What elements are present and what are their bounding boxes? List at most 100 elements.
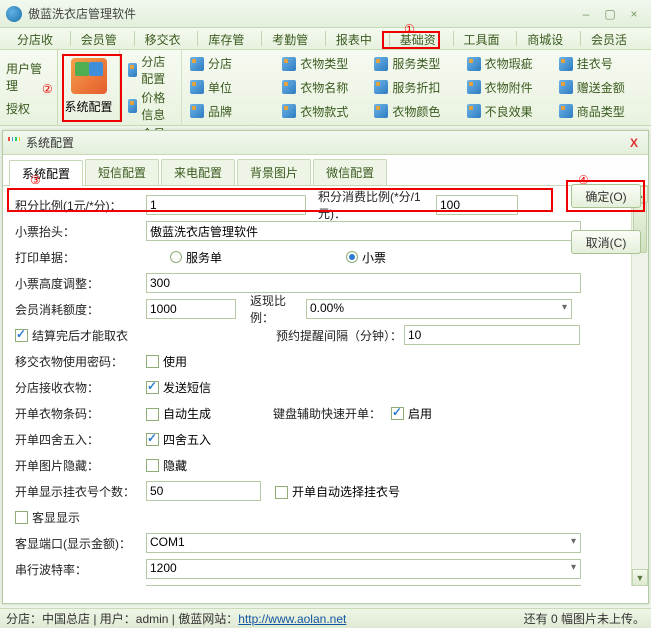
ribbon-grid: 分店衣物类型服务类型 衣物瑕疵 挂衣号单位 衣物名称 服务折扣 衣物附件 赠送金额品牌衣物款… xyxy=(182,50,651,125)
ok-button[interactable]: 确定(O) xyxy=(571,184,641,208)
checkbox-kdzd-label: 开单自动选择挂衣号 xyxy=(292,485,400,499)
lbl-fdjs: 分店接收衣物： xyxy=(11,379,146,396)
menu-item-2[interactable]: 移交衣物 xyxy=(136,28,197,49)
ribbon-cell[interactable]: 赠送金额 xyxy=(555,76,647,100)
ribbon-cell-icon xyxy=(282,57,296,71)
ribbon-cell-icon xyxy=(190,57,204,71)
title-bar: 傲蓝洗衣店管理软件 – ▢ × xyxy=(0,0,651,28)
close-button[interactable]: × xyxy=(623,5,645,23)
config-icon xyxy=(128,63,137,77)
ribbon-cell[interactable]: 分店 xyxy=(186,52,278,76)
subwin-close-button[interactable]: X xyxy=(624,136,644,150)
lbl-kytp: 开单图片隐藏： xyxy=(11,457,146,474)
config-tabs: 系统配置 短信配置 来电配置 背景图片 微信配置 xyxy=(3,155,648,186)
status-bar: 分店：中国总店 | 用户：admin | 傲蓝网站： http://www.ao… xyxy=(0,608,651,628)
tab-caller-config[interactable]: 来电配置 xyxy=(161,159,235,185)
ribbon-cell[interactable]: 衣物名称 xyxy=(278,76,370,100)
system-config-icon xyxy=(71,58,107,94)
ribbon-cell-label: 衣物瑕疵 xyxy=(485,55,533,72)
input-jfbl[interactable] xyxy=(146,195,306,215)
status-left: 分店：中国总店 | 用户：admin | 傲蓝网站： xyxy=(6,610,238,627)
ribbon-cell[interactable]: 衣物款式 xyxy=(278,99,370,123)
maximize-button[interactable]: ▢ xyxy=(599,5,621,23)
select-kxdk[interactable]: COM1 xyxy=(146,533,581,553)
ribbon-cell-icon xyxy=(467,80,481,94)
checkbox-kdzd[interactable] xyxy=(275,486,288,499)
input-xptt[interactable] xyxy=(146,221,581,241)
menu-item-0[interactable]: 分店收银 xyxy=(8,28,69,49)
ribbon-cell[interactable]: 服务类型 xyxy=(370,52,462,76)
ribbon-cell-label: 商品类型 xyxy=(577,103,625,120)
ribbon-cell-icon xyxy=(190,80,204,94)
ribbon-cell-label: 挂衣号 xyxy=(577,55,613,72)
subwin-title: 系统配置 xyxy=(26,134,74,151)
ribbon-cell[interactable]: 服务折扣 xyxy=(370,76,462,100)
input-hyxh[interactable] xyxy=(146,299,236,319)
ribbon-big-system-config[interactable]: 系统配置 xyxy=(58,50,120,122)
checkbox-kytm[interactable] xyxy=(146,408,159,421)
ribbon-cell[interactable]: 衣物类型 xyxy=(278,52,370,76)
ribbon-cell-label: 衣物附件 xyxy=(485,79,533,96)
checkbox-jswh[interactable] xyxy=(15,329,28,342)
input-hyktx[interactable] xyxy=(146,585,581,586)
ribbon-cell-label: 衣物名称 xyxy=(300,79,348,96)
menu-item-9[interactable]: 会员活动 xyxy=(582,28,643,49)
checkbox-jpfz[interactable] xyxy=(391,407,404,420)
menu-item-8[interactable]: 商城设置 xyxy=(518,28,579,49)
ribbon-cell[interactable]: 单位 xyxy=(186,76,278,100)
ribbon-cell-icon xyxy=(559,80,573,94)
lbl-dydj: 打印单据： xyxy=(11,249,146,266)
lbl-kyxs: 开单显示挂衣号个数： xyxy=(11,483,146,500)
tab-wechat-config[interactable]: 微信配置 xyxy=(313,159,387,185)
ribbon-cell-label: 单位 xyxy=(208,79,232,96)
ribbon-cell[interactable]: 衣物颜色 xyxy=(370,99,462,123)
input-jfxf[interactable] xyxy=(436,195,518,215)
tab-sms-config[interactable]: 短信配置 xyxy=(85,159,159,185)
checkbox-yjmm[interactable] xyxy=(146,355,159,368)
ribbon-cell-icon xyxy=(467,104,481,118)
menu-item-4[interactable]: 考勤管理 xyxy=(263,28,324,49)
callout-4: ④ xyxy=(578,173,589,187)
radio-receipt[interactable] xyxy=(346,251,358,263)
ribbon-cell-icon xyxy=(282,80,296,94)
lbl-xpgd: 小票高度调整： xyxy=(11,275,146,292)
menu-item-5[interactable]: 报表中心 xyxy=(327,28,388,49)
menu-item-7[interactable]: 工具面板 xyxy=(454,28,515,49)
ribbon-cell[interactable]: 挂衣号 xyxy=(555,52,647,76)
select-fxbl[interactable]: 0.00% xyxy=(306,299,572,319)
action-buttons: 确定(O) 取消(C) xyxy=(571,184,643,254)
ribbon-cell-icon xyxy=(374,57,388,71)
ribbon-cell-label: 赠送金额 xyxy=(577,79,625,96)
cancel-button[interactable]: 取消(C) xyxy=(571,230,641,254)
ribbon-cell[interactable]: 品牌 xyxy=(186,99,278,123)
checkbox-fdjs[interactable] xyxy=(146,381,159,394)
tab-bg-image[interactable]: 背景图片 xyxy=(237,159,311,185)
ribbon-btn-price-info[interactable]: 价格信息 xyxy=(124,88,177,124)
ribbon-btn-branch-config[interactable]: 分店配置 xyxy=(124,52,177,88)
ribbon-cell[interactable]: 衣物附件 xyxy=(463,76,555,100)
checkbox-kxxs[interactable] xyxy=(15,511,28,524)
ribbon-cell[interactable]: 衣物瑕疵 xyxy=(463,52,555,76)
lbl-hyxh: 会员消耗额度： xyxy=(11,301,146,318)
checkbox-kyss[interactable] xyxy=(146,433,159,446)
ribbon-cell-label: 不良效果 xyxy=(485,103,533,120)
input-kyxs[interactable] xyxy=(146,481,261,501)
checkbox-kytp[interactable] xyxy=(146,459,159,472)
status-link[interactable]: http://www.aolan.net xyxy=(238,612,346,626)
tab-system-config[interactable]: 系统配置 xyxy=(9,160,83,186)
price-icon xyxy=(128,99,137,113)
menu-item-3[interactable]: 库存管理 xyxy=(199,28,260,49)
minimize-button[interactable]: – xyxy=(575,5,597,23)
menu-item-1[interactable]: 会员管理 xyxy=(72,28,133,49)
ribbon-big-label: 系统配置 xyxy=(64,98,112,115)
radio-service-ticket[interactable] xyxy=(170,251,182,263)
ribbon-cell[interactable]: 商品类型 xyxy=(555,99,647,123)
ribbon-cell[interactable]: 不良效果 xyxy=(463,99,555,123)
select-ckbt[interactable]: 1200 xyxy=(146,559,581,579)
scroll-down-button[interactable]: ▼ xyxy=(632,569,648,586)
checkbox-kyss-label: 四舍五入 xyxy=(163,431,211,448)
input-yytx[interactable] xyxy=(404,325,580,345)
window-title: 傲蓝洗衣店管理软件 xyxy=(28,5,136,22)
menu-item-6[interactable]: 基础资料 xyxy=(391,28,452,49)
input-xpgd[interactable] xyxy=(146,273,581,293)
